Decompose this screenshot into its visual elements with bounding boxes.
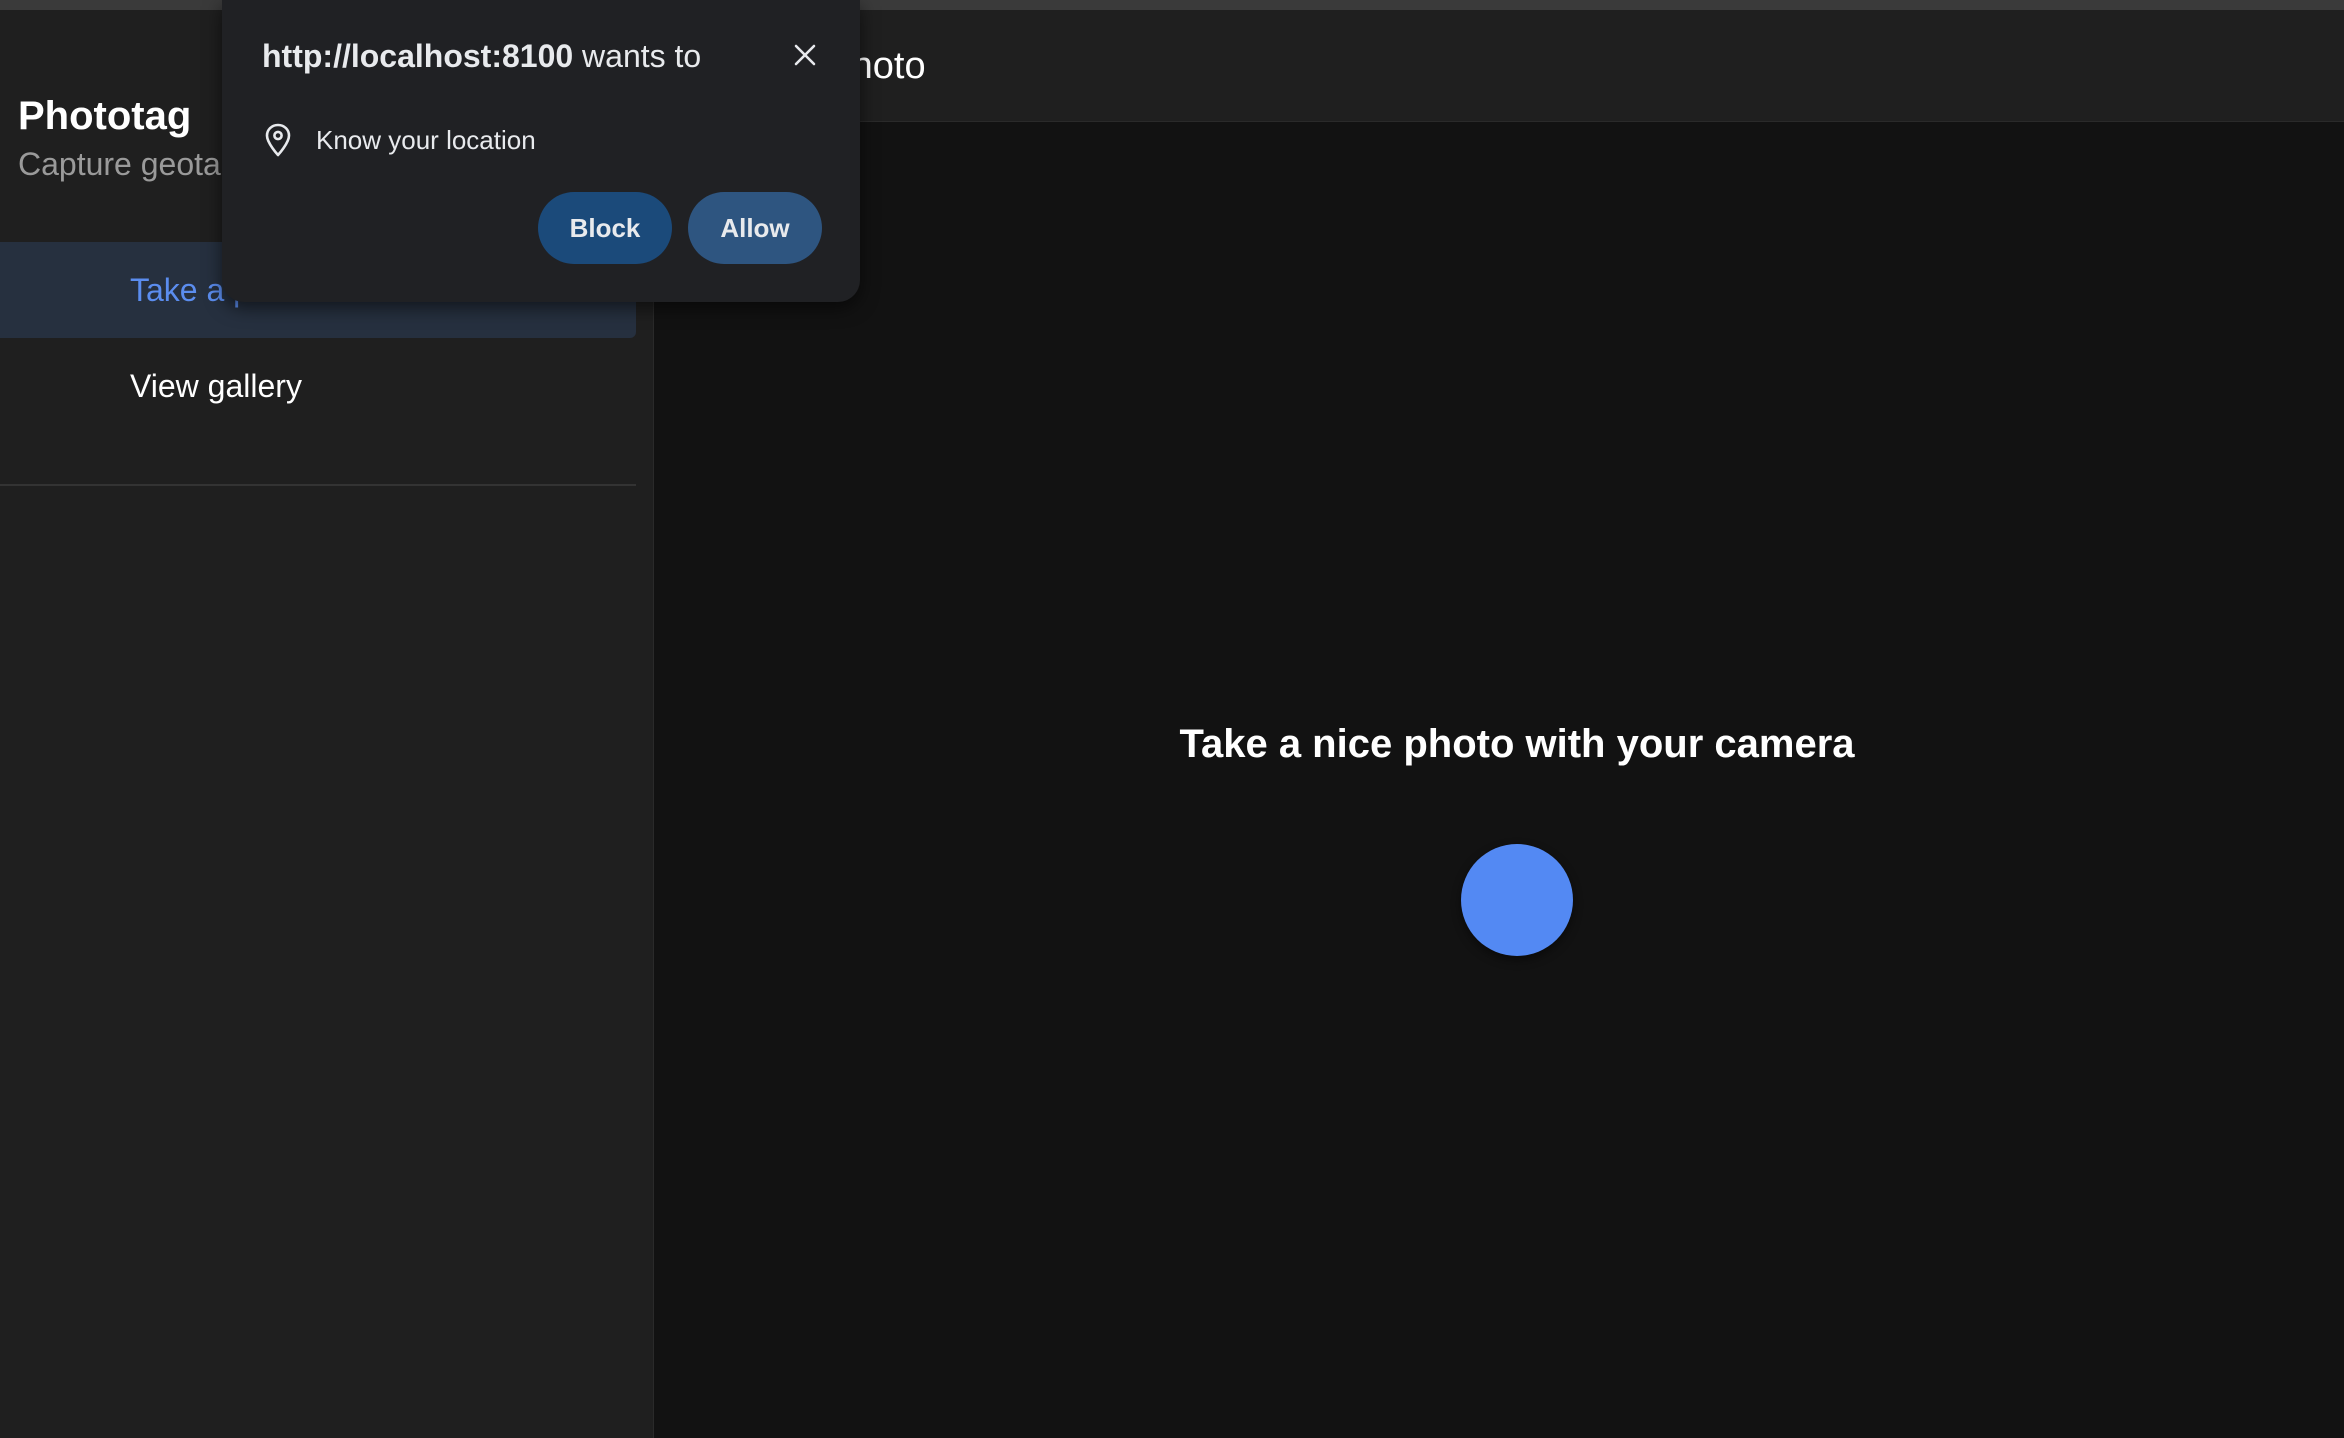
close-icon[interactable]: [788, 38, 822, 72]
popup-title: http://localhost:8100 wants to: [262, 38, 701, 75]
permission-row: Know your location: [262, 118, 536, 162]
allow-button[interactable]: Allow: [688, 192, 822, 264]
location-permission-popup: http://localhost:8100 wants to Know your…: [222, 0, 860, 302]
location-pin-icon: [265, 123, 291, 157]
block-button[interactable]: Block: [538, 192, 672, 264]
capture-photo-button[interactable]: [1461, 844, 1573, 956]
popup-origin: http://localhost:8100: [262, 38, 574, 74]
capture-heading: Take a nice photo with your camera: [1179, 722, 1855, 766]
permission-text: Know your location: [316, 124, 536, 155]
main-content: Take a nice photo with your camera: [654, 122, 2344, 1438]
popup-title-suffix: wants to: [573, 38, 702, 74]
menu-item-label: View gallery: [130, 368, 302, 404]
app-title: Phototag: [18, 94, 192, 138]
menu-item-view-gallery[interactable]: View gallery: [0, 338, 636, 434]
page-title: Take a photo: [708, 45, 926, 87]
menu-divider: [0, 484, 636, 486]
page-header: Take a photo: [654, 10, 2344, 122]
